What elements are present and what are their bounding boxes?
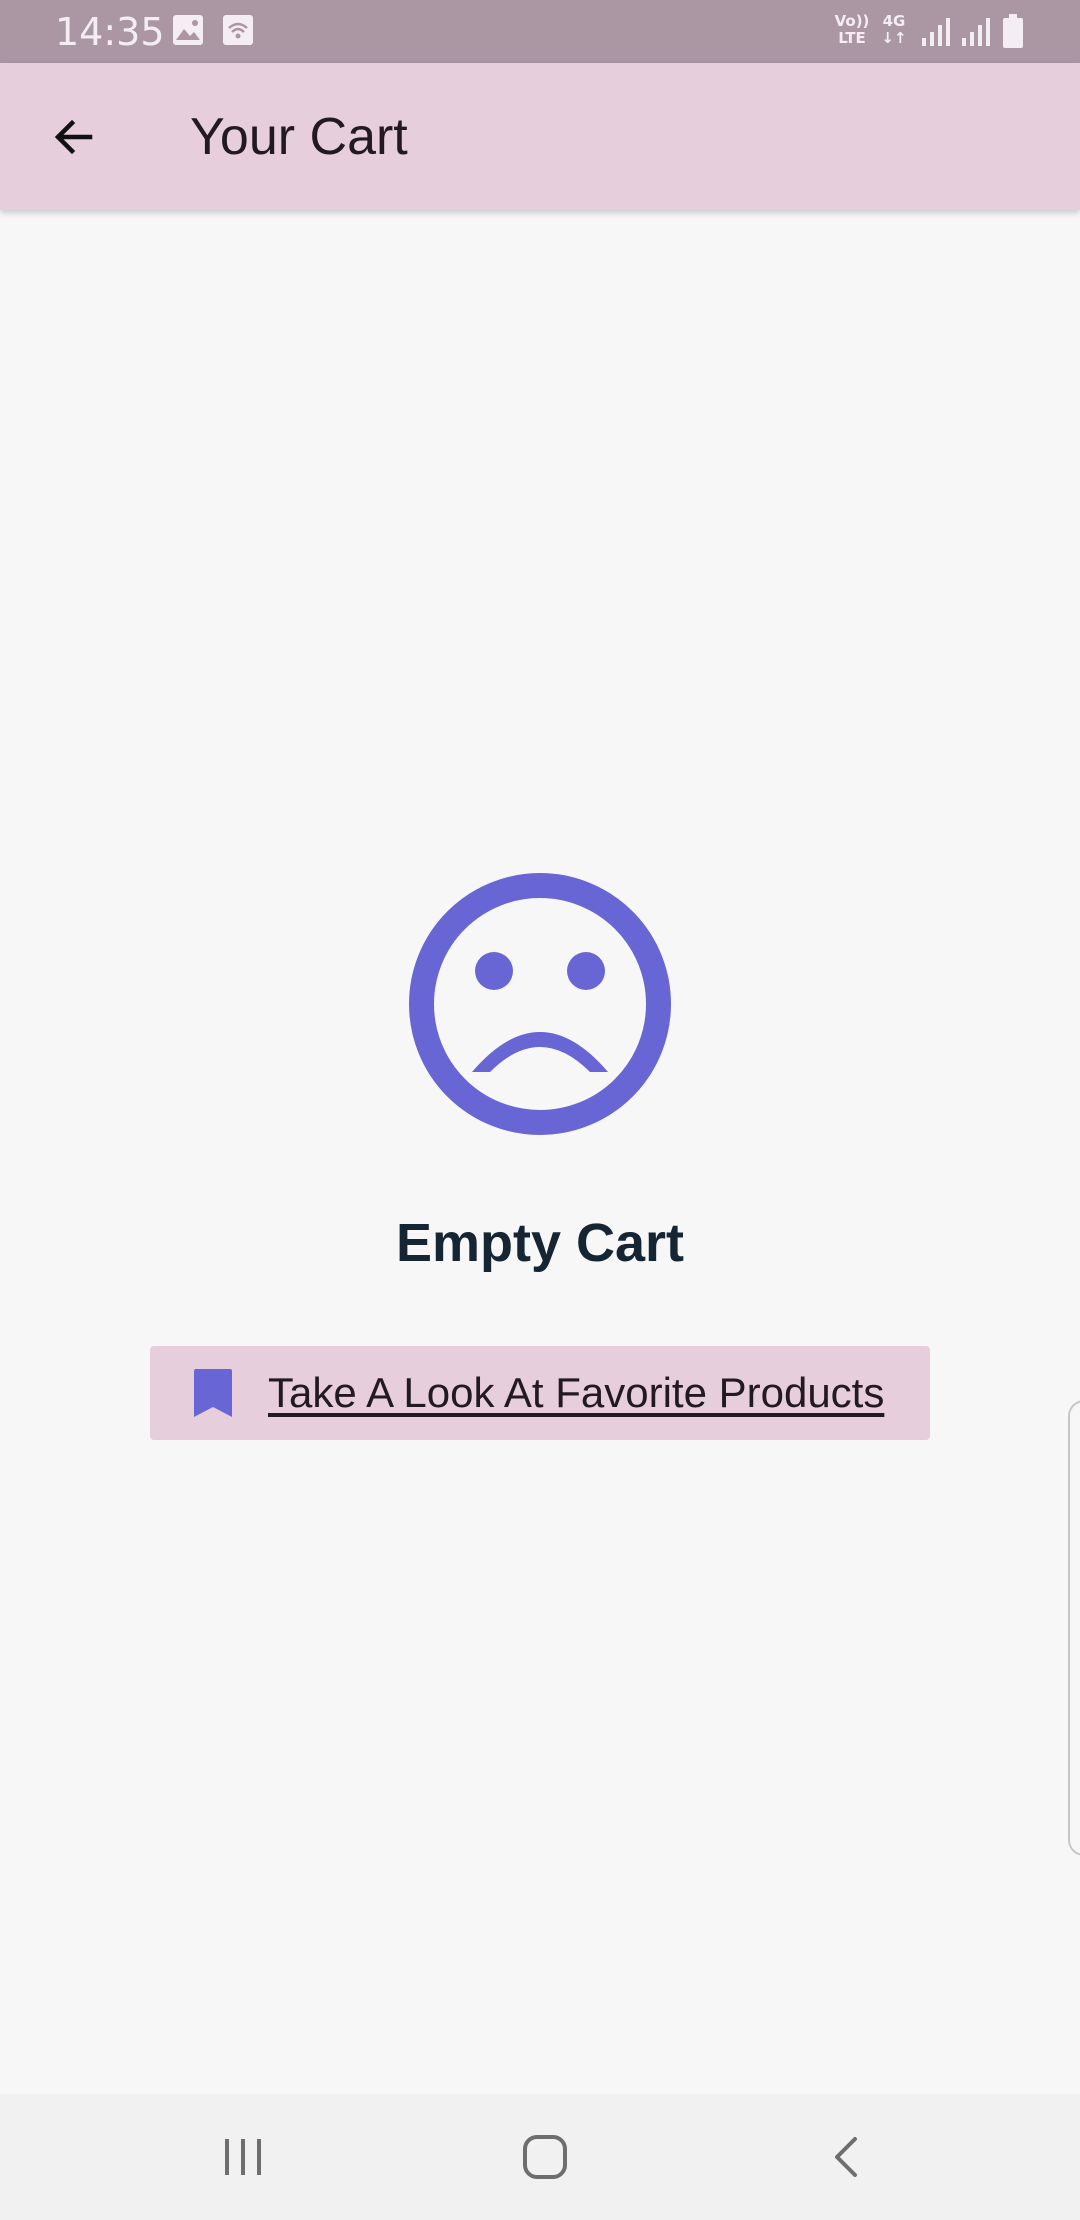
system-nav-bar xyxy=(0,2094,1080,2220)
edge-panel-handle[interactable] xyxy=(1068,1400,1080,1856)
network-type: 4G xyxy=(882,12,906,30)
favorite-products-label: Take A Look At Favorite Products xyxy=(268,1369,885,1416)
signal-icon xyxy=(920,16,952,51)
4g-data-icon: 4G ↓↑ xyxy=(878,13,910,47)
volte-line1: Vo)) xyxy=(834,12,870,30)
sad-face-icon xyxy=(408,872,672,1136)
home-icon xyxy=(523,2135,567,2179)
nav-back-button[interactable] xyxy=(802,2114,892,2200)
data-arrows: ↓↑ xyxy=(881,29,907,47)
empty-cart-title: Empty Cart xyxy=(395,1213,685,1273)
battery-icon xyxy=(1002,14,1024,53)
wifi-icon xyxy=(222,14,254,51)
recent-apps-button[interactable] xyxy=(198,2114,288,2200)
status-time: 14:35 xyxy=(55,10,165,54)
page-title: Your Cart xyxy=(190,108,408,166)
bookmark-icon xyxy=(194,1369,232,1417)
status-bar: 14:35 Vo)) LTE 4G ↓↑ xyxy=(0,0,1080,63)
back-icon xyxy=(835,2137,857,2177)
app-bar: Your Cart xyxy=(0,63,1080,210)
home-button[interactable] xyxy=(500,2114,590,2200)
arrow-back-icon xyxy=(54,119,93,155)
favorite-products-button[interactable]: Take A Look At Favorite Products xyxy=(150,1346,930,1440)
back-button[interactable] xyxy=(30,93,118,181)
volte-icon: Vo)) LTE xyxy=(834,13,870,47)
volte-line2: LTE xyxy=(838,29,866,47)
signal-icon xyxy=(960,16,992,51)
recent-apps-icon xyxy=(225,2139,261,2175)
image-icon xyxy=(172,14,204,51)
